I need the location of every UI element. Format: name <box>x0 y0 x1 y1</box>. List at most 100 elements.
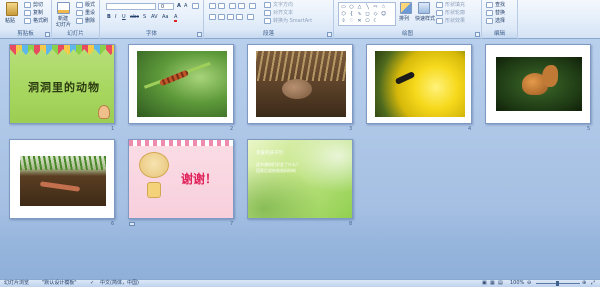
format-painter-icon[interactable] <box>24 18 31 24</box>
new-slide-button-line2[interactable]: 幻灯片 <box>56 22 71 28</box>
shape-fill-icon[interactable] <box>436 2 443 8</box>
slide-thumbnail[interactable] <box>9 139 115 219</box>
shape-outline-button[interactable]: 形状轮廓 <box>445 10 465 16</box>
language-text[interactable]: 中文(简体，中国) <box>100 280 139 287</box>
layout-button[interactable]: 版式 <box>85 2 95 8</box>
clipboard-launcher[interactable] <box>45 32 50 37</box>
copy-icon[interactable] <box>24 10 31 16</box>
font-name-combo[interactable] <box>106 3 156 10</box>
reset-icon[interactable] <box>76 10 83 16</box>
italic-button[interactable]: I <box>115 14 116 20</box>
convert-smartart-button[interactable]: 转换为 SmartArt <box>273 18 312 24</box>
underline-button[interactable]: U <box>122 14 126 20</box>
shape-outline-icon[interactable] <box>436 10 443 16</box>
zoom-out-icon[interactable]: ⊖ <box>527 280 531 287</box>
copy-button[interactable]: 复制 <box>33 10 43 16</box>
zoom-slider-thumb[interactable] <box>556 281 559 286</box>
heart-shape-icon[interactable]: ♡ <box>348 18 355 24</box>
line-shape-icon[interactable]: ╲ <box>364 4 371 10</box>
slide-thumbnail[interactable]: 亲爱的孩子们 这节课你们学会了什么？ 回家后说给爸爸妈妈听 <box>247 139 353 219</box>
justify-icon[interactable] <box>236 14 243 20</box>
increase-indent-icon[interactable] <box>238 3 245 9</box>
oval-shape-icon[interactable]: ○ <box>348 4 355 10</box>
arrange-icon[interactable] <box>400 2 412 14</box>
shape-fill-button[interactable]: 形状填充 <box>445 2 465 8</box>
paste-icon[interactable] <box>6 2 18 16</box>
layout-icon[interactable] <box>76 2 83 8</box>
slide-thumbnail[interactable] <box>366 44 472 124</box>
align-text-button[interactable]: 对齐文本 <box>273 10 293 16</box>
brace-shape-icon[interactable]: { <box>348 11 355 17</box>
columns-icon[interactable] <box>247 14 254 20</box>
up-arrow-shape-icon[interactable]: ⇧ <box>340 18 347 24</box>
shapes-gallery[interactable]: ▭ ○ △ ╲ ⇨ ☆ ⬡ { ∿ ◻ ◇ ☺ ⇧ ♡ ✕ ⬠ ☾ <box>338 2 396 26</box>
theme-name-text[interactable]: "默认设计模板" <box>42 280 77 287</box>
arrange-button[interactable]: 排列 <box>399 16 409 22</box>
slide-thumbnail[interactable]: 洞洞里的动物 <box>9 44 115 124</box>
quick-styles-button[interactable]: 快速样式 <box>415 16 435 22</box>
slide-sorter-view-icon[interactable]: ▦ <box>490 280 495 287</box>
smartart-icon[interactable] <box>264 18 271 24</box>
slide-thumbnail[interactable] <box>485 44 591 124</box>
rectangle-shape-icon[interactable]: ▭ <box>340 4 347 10</box>
bullets-icon[interactable] <box>209 3 216 9</box>
reset-button[interactable]: 重设 <box>85 10 95 16</box>
triangle-shape-icon[interactable]: △ <box>356 4 363 10</box>
callout-shape-icon[interactable]: ◻ <box>364 11 371 17</box>
slide-sorter-pane[interactable]: 洞洞里的动物 1 2 3 4 5 6 谢谢！ 7 亲爱的孩子们 这节课你们学会了… <box>0 39 600 279</box>
hexagon-shape-icon[interactable]: ⬡ <box>340 11 347 17</box>
slide-thumbnail[interactable] <box>128 44 234 124</box>
slide-thumbnail[interactable]: 谢谢！ <box>128 139 234 219</box>
align-right-icon[interactable] <box>227 14 234 20</box>
font-launcher[interactable] <box>197 32 202 37</box>
text-direction-icon[interactable] <box>264 2 271 8</box>
select-icon[interactable] <box>486 18 493 24</box>
strikethrough-button[interactable]: abc <box>130 14 139 20</box>
font-color-button[interactable]: A <box>174 14 178 22</box>
fit-to-window-icon[interactable]: ⤢ <box>591 280 595 287</box>
spellcheck-icon[interactable]: ✓ <box>90 280 94 287</box>
zoom-level-text[interactable]: 100% <box>510 280 524 287</box>
clear-formatting-icon[interactable] <box>192 3 199 9</box>
format-painter-button[interactable]: 格式刷 <box>33 18 48 24</box>
select-button[interactable]: 选择 <box>495 18 505 24</box>
delete-button[interactable]: 删除 <box>85 18 95 24</box>
find-icon[interactable] <box>486 2 493 8</box>
slide-thumbnail[interactable] <box>247 44 353 124</box>
char-spacing-button[interactable]: AV <box>151 14 158 20</box>
cross-shape-icon[interactable]: ✕ <box>356 18 363 24</box>
smile-shape-icon[interactable]: ☺ <box>380 11 387 17</box>
cut-button[interactable]: 剪切 <box>33 2 43 8</box>
diamond-shape-icon[interactable]: ◇ <box>372 11 379 17</box>
replace-button[interactable]: 替换 <box>495 10 505 16</box>
moon-shape-icon[interactable]: ☾ <box>372 18 379 24</box>
align-text-icon[interactable] <box>264 10 271 16</box>
align-center-icon[interactable] <box>218 14 225 20</box>
shape-effects-icon[interactable] <box>436 18 443 24</box>
text-direction-button[interactable]: 文字方向 <box>273 2 293 8</box>
arrow-shape-icon[interactable]: ⇨ <box>372 4 379 10</box>
slide-show-icon[interactable]: ▤ <box>498 280 503 287</box>
shrink-font-button[interactable]: A <box>184 3 187 9</box>
align-left-icon[interactable] <box>209 14 216 20</box>
delete-icon[interactable] <box>76 18 83 24</box>
paragraph-launcher[interactable] <box>327 32 332 37</box>
bold-button[interactable]: B <box>107 14 111 20</box>
normal-view-icon[interactable]: ▣ <box>482 280 487 287</box>
line-spacing-icon[interactable] <box>249 3 256 9</box>
star-shape-icon[interactable]: ☆ <box>380 4 387 10</box>
quick-styles-icon[interactable] <box>418 2 430 14</box>
numbering-icon[interactable] <box>218 3 225 9</box>
change-case-button[interactable]: Aa <box>162 14 168 20</box>
new-slide-icon[interactable] <box>57 2 70 14</box>
zoom-in-icon[interactable]: ⊕ <box>582 280 586 287</box>
replace-icon[interactable] <box>486 10 493 16</box>
shadow-button[interactable]: S <box>143 14 146 20</box>
grow-font-button[interactable]: A <box>177 3 181 9</box>
font-size-combo[interactable]: 0 <box>158 3 174 10</box>
drawing-launcher[interactable] <box>475 32 480 37</box>
decrease-indent-icon[interactable] <box>229 3 236 9</box>
paste-button[interactable]: 粘贴 <box>5 18 15 24</box>
curve-shape-icon[interactable]: ∿ <box>356 11 363 17</box>
cut-icon[interactable] <box>24 2 31 8</box>
